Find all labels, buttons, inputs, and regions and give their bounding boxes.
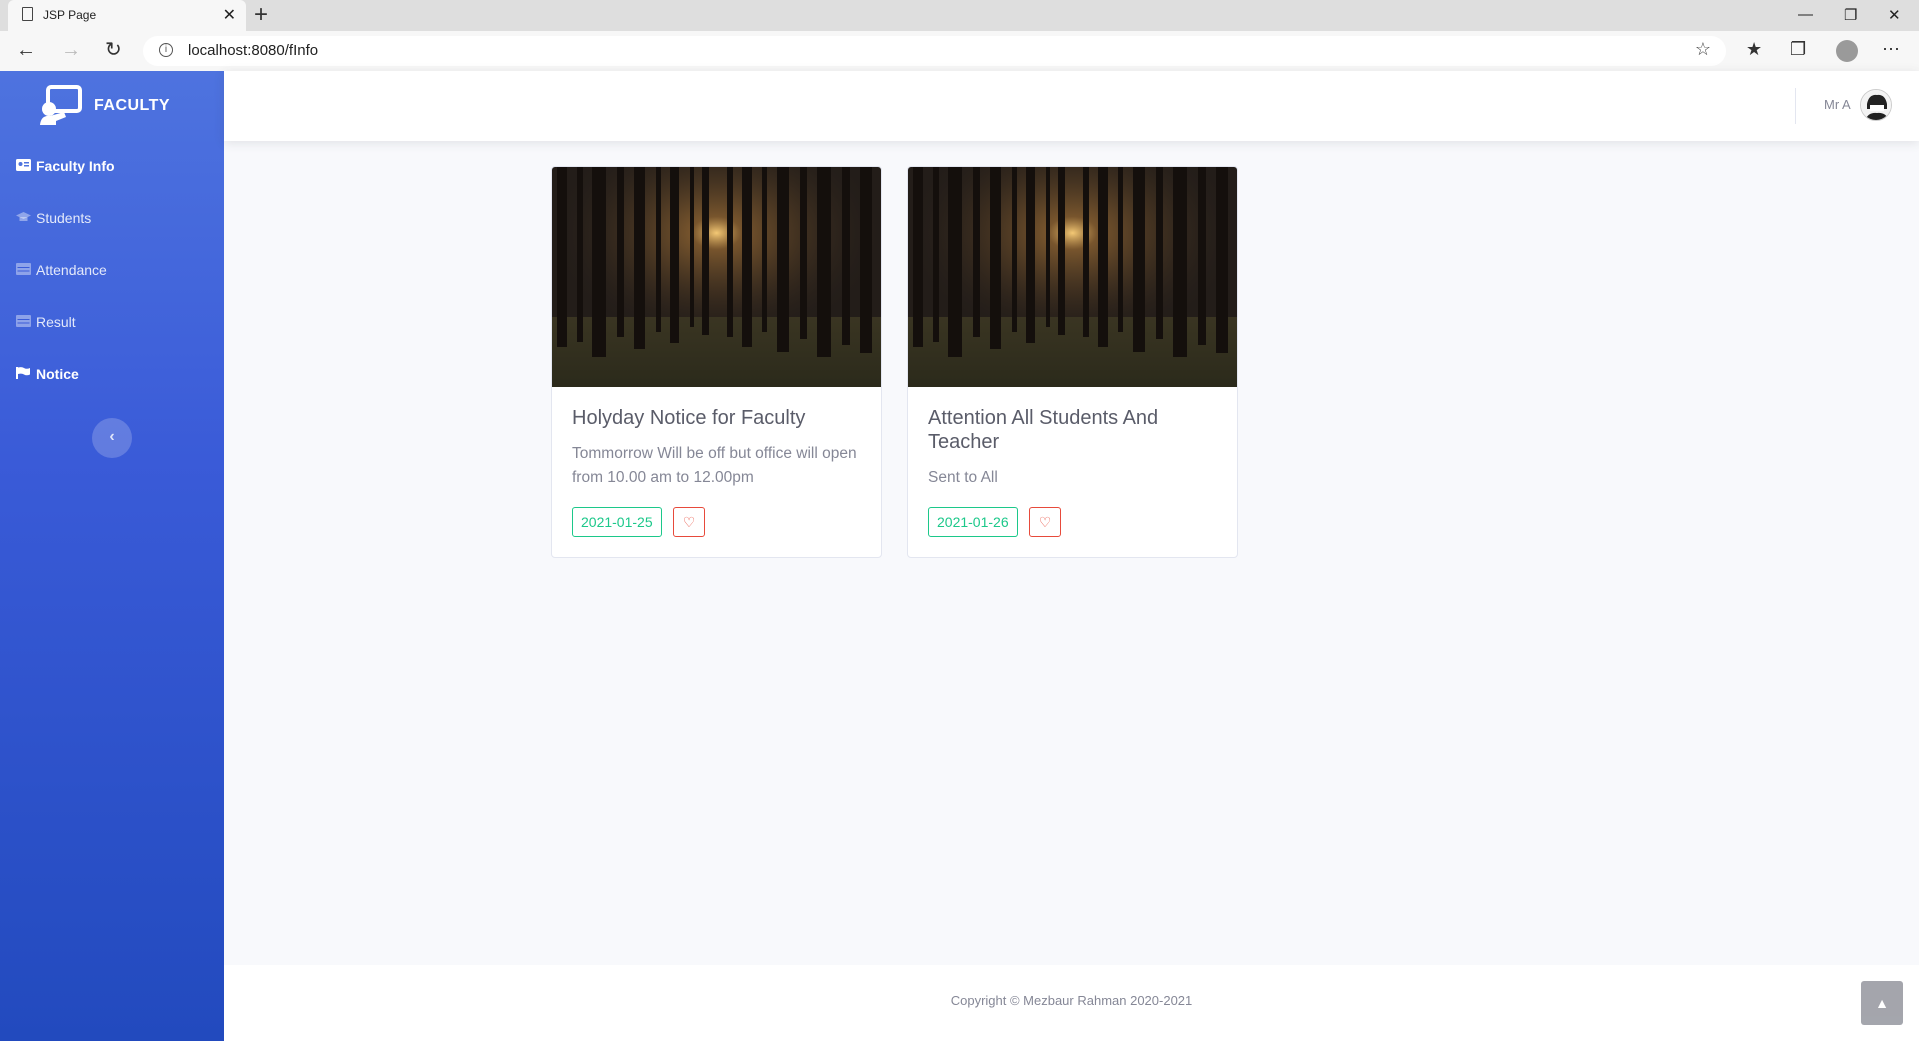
forest-image xyxy=(908,167,1237,387)
chalkboard-teacher-icon xyxy=(40,85,82,125)
restore-icon[interactable]: ❐ xyxy=(1844,6,1857,24)
tab-title: JSP Page xyxy=(43,8,97,22)
window-close-icon[interactable]: ✕ xyxy=(1888,6,1901,24)
user-name[interactable]: Mr A xyxy=(1824,97,1851,112)
topbar-divider xyxy=(1795,88,1796,124)
sidebar-item-notice[interactable]: Notice xyxy=(0,355,224,395)
notice-text: Sent to All xyxy=(928,469,998,486)
sidebar-item-students[interactable]: Students xyxy=(0,199,224,239)
sidebar-item-label: Attendance xyxy=(36,262,107,278)
new-tab-button[interactable]: + xyxy=(254,2,268,28)
scroll-to-top-button[interactable]: ▲ xyxy=(1861,981,1903,1025)
add-favorite-icon[interactable]: ☆ xyxy=(1695,39,1711,60)
notice-title: Attention All Students And Teacher xyxy=(928,407,1159,453)
sidebar-item-label: Faculty Info xyxy=(36,158,115,174)
profile-icon[interactable] xyxy=(1836,40,1858,62)
flag-icon xyxy=(16,367,30,379)
avatar[interactable] xyxy=(1860,89,1892,121)
forward-icon[interactable]: → xyxy=(61,39,81,61)
browser-tab[interactable]: JSP Page ✕ xyxy=(8,0,246,31)
id-card-icon xyxy=(16,159,31,171)
tab-close-icon[interactable]: ✕ xyxy=(223,5,236,25)
heart-icon: ♡ xyxy=(682,514,696,530)
copyright-text: Copyright © Mezbaur Rahman 2020-2021 xyxy=(950,993,1193,1008)
notice-text: Tommorrow Will be off but office will op… xyxy=(572,445,857,486)
page-icon xyxy=(22,7,33,21)
url-field[interactable]: i localhost:8080/fInfo ☆ xyxy=(143,36,1726,66)
sidebar-item-label: Result xyxy=(36,314,76,330)
more-icon[interactable]: ⋯ xyxy=(1882,39,1900,60)
minimize-icon[interactable]: — xyxy=(1798,6,1813,23)
graduation-cap-icon xyxy=(16,212,31,221)
table-icon xyxy=(16,263,31,275)
user-avatar-icon xyxy=(1861,90,1891,120)
browser-titlebar: JSP Page ✕ + — ❐ ✕ xyxy=(0,0,1919,31)
notice-date-badge[interactable]: 2021-01-26 xyxy=(928,507,1018,537)
brand-label: FACULTY xyxy=(94,97,171,114)
back-icon[interactable]: ← xyxy=(16,39,36,61)
sidebar: FACULTY Faculty Info Students Attendance… xyxy=(0,71,224,1041)
notice-card: Holyday Notice for Faculty Tommorrow Wil… xyxy=(551,166,882,558)
address-bar: ← → ↻ i localhost:8080/fInfo ☆ ★ ❐ ⋯ xyxy=(0,31,1919,72)
forest-image xyxy=(552,167,881,387)
like-button[interactable]: ♡ xyxy=(1029,507,1061,537)
footer: Copyright © Mezbaur Rahman 2020-2021 xyxy=(224,965,1919,1041)
notice-card: Attention All Students And Teacher Sent … xyxy=(907,166,1238,558)
sidebar-item-faculty-info[interactable]: Faculty Info xyxy=(0,147,224,187)
reload-icon[interactable]: ↻ xyxy=(105,39,122,61)
heart-icon: ♡ xyxy=(1038,514,1052,530)
info-icon[interactable]: i xyxy=(159,43,173,57)
sidebar-item-attendance[interactable]: Attendance xyxy=(0,251,224,291)
favorites-icon[interactable]: ★ xyxy=(1746,39,1762,60)
like-button[interactable]: ♡ xyxy=(673,507,705,537)
table-icon xyxy=(16,315,31,327)
sidebar-item-label: Notice xyxy=(36,366,79,382)
notice-title: Holyday Notice for Faculty xyxy=(572,407,806,429)
notice-date-badge[interactable]: 2021-01-25 xyxy=(572,507,662,537)
sidebar-toggle-button[interactable]: ‹ xyxy=(92,418,132,458)
collections-icon[interactable]: ❐ xyxy=(1790,39,1806,60)
sidebar-item-result[interactable]: Result xyxy=(0,303,224,343)
url-text[interactable]: localhost:8080/fInfo xyxy=(188,42,318,59)
chevron-left-icon: ‹ xyxy=(109,428,115,445)
sidebar-item-label: Students xyxy=(36,210,92,226)
caret-up-icon: ▲ xyxy=(1875,995,1889,1011)
topbar: Mr A xyxy=(224,71,1919,141)
